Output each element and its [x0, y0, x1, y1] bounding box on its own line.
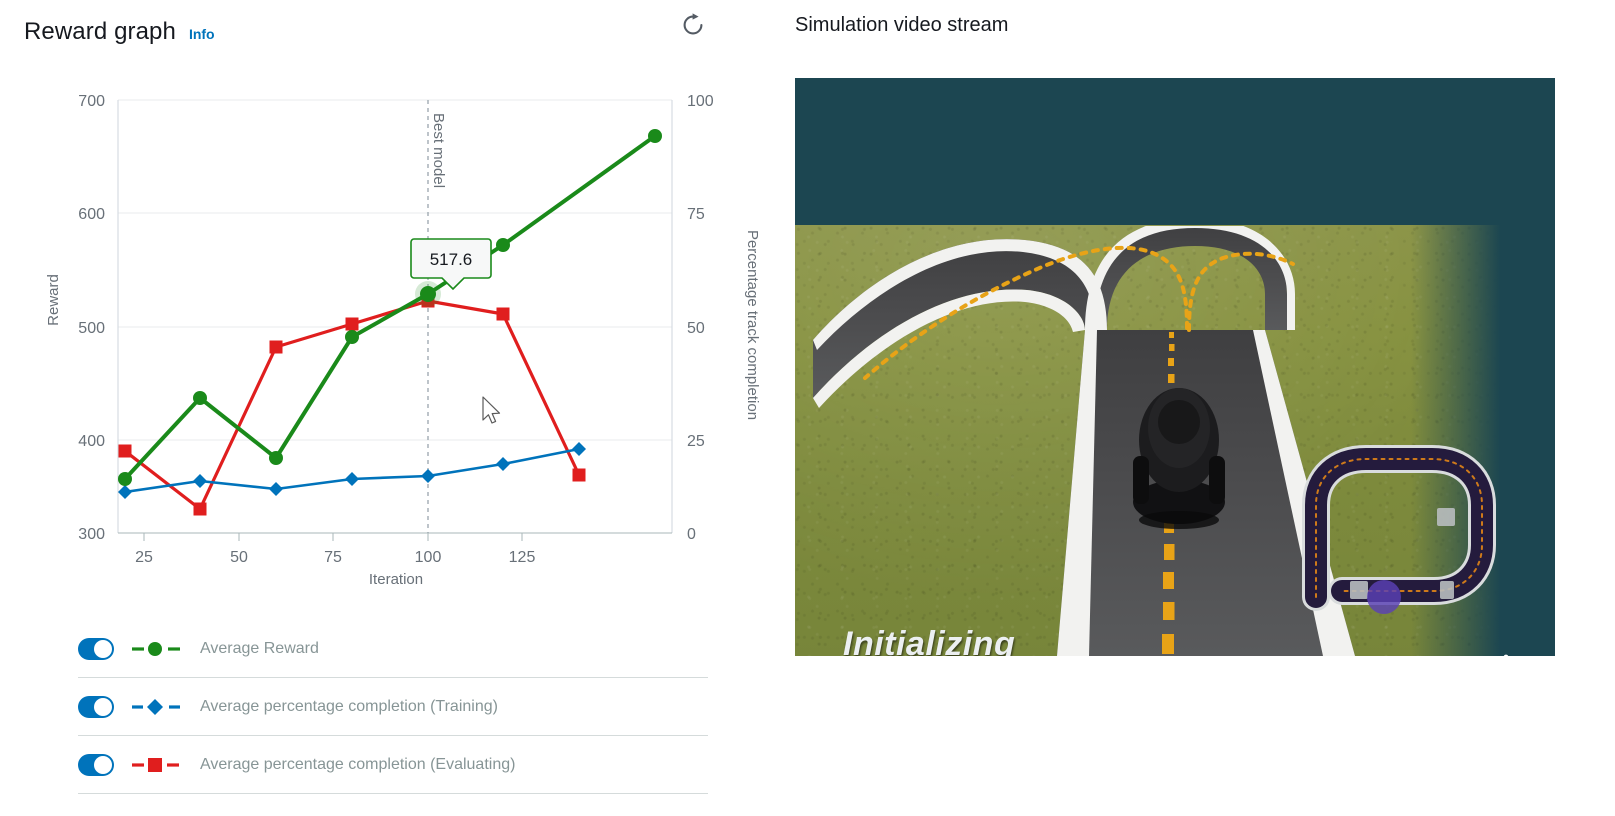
y-tick-label: 600: [78, 206, 105, 223]
track-minimap: [1302, 445, 1496, 614]
x-tick-label: 125: [509, 549, 536, 566]
reward-graph-panel: Reward graph Info 700 600 500 400 300 10…: [0, 0, 775, 816]
chart-svg: 700 600 500 400 300 100 75 50 25 0 25 50…: [45, 93, 761, 588]
legend-sample-evaluating-percentage: [128, 755, 190, 775]
legend-item-average-reward[interactable]: Average Reward: [78, 620, 708, 678]
y2-tick-label: 50: [687, 320, 705, 337]
data-point: [421, 469, 435, 483]
data-point: [496, 307, 510, 321]
legend-label: Average percentage completion (Training): [200, 697, 498, 715]
y-axis-right-ticks: 100 75 50 25 0: [687, 93, 714, 543]
kebab-menu-icon: [1503, 654, 1509, 656]
simulation-scene: Initializing 16:45: [795, 78, 1555, 656]
data-point-hovered: [420, 286, 436, 302]
y2-axis-title: Percentage track completion: [744, 230, 761, 420]
legend-sample-training-percentage: [128, 697, 190, 717]
minimap-marker: [1440, 581, 1454, 599]
race-car: [1133, 388, 1225, 529]
data-point: [572, 468, 586, 482]
data-point: [496, 238, 510, 252]
video-status-text: Initializing: [843, 625, 1016, 656]
minimap-marker: [1350, 581, 1368, 599]
data-point: [118, 485, 132, 499]
y2-tick-label: 75: [687, 206, 705, 223]
legend-label: Average Reward: [200, 639, 319, 657]
toggle-knob: [94, 639, 112, 658]
y-axis-title: Reward: [45, 274, 62, 326]
data-point: [572, 442, 586, 456]
diamond-marker-icon: [132, 698, 180, 715]
series-training-percentage: [118, 442, 586, 499]
data-point: [269, 340, 283, 354]
series-average-reward: [118, 129, 662, 486]
minimap-car-position: [1367, 580, 1401, 614]
y2-tick-label: 25: [687, 433, 705, 450]
refresh-icon: [683, 13, 703, 35]
data-point: [345, 472, 359, 486]
y-tick-label: 300: [78, 526, 105, 543]
legend-toggle-average-reward[interactable]: [78, 637, 114, 660]
video-panel-title: Simulation video stream: [795, 14, 1009, 36]
legend-toggle-evaluating-percentage[interactable]: [78, 753, 114, 776]
legend-label: Average percentage completion (Evaluatin…: [200, 755, 516, 773]
data-point: [269, 451, 283, 465]
x-tick-label: 50: [230, 549, 248, 566]
data-point: [193, 474, 207, 488]
chart-legend: Average Reward Average percentage comple…: [78, 620, 708, 794]
best-model-label: Best model: [430, 113, 447, 188]
tooltip-value: 517.6: [430, 250, 473, 269]
data-point: [193, 502, 207, 516]
legend-toggle-training-percentage[interactable]: [78, 695, 114, 718]
video-player[interactable]: Initializing 16:45: [795, 78, 1555, 656]
y-tick-label: 500: [78, 320, 105, 337]
data-point: [118, 472, 132, 486]
circle-marker-icon: [132, 641, 180, 656]
y-tick-label: 700: [78, 93, 105, 110]
y2-tick-label: 0: [687, 526, 696, 543]
minimap-marker: [1437, 508, 1455, 526]
chart-axes: [117, 100, 673, 541]
mouse-cursor: [482, 396, 501, 424]
y-tick-label: 400: [78, 433, 105, 450]
data-point: [496, 457, 510, 471]
x-tick-label: 75: [324, 549, 342, 566]
x-axis-title: Iteration: [369, 571, 423, 588]
chart-gridlines: [118, 99, 672, 441]
y-axis-left-ticks: 700 600 500 400 300: [78, 93, 105, 543]
legend-sample-average-reward: [128, 640, 190, 658]
info-link[interactable]: Info: [189, 26, 215, 42]
reward-chart[interactable]: 700 600 500 400 300 100 75 50 25 0 25 50…: [0, 60, 775, 600]
reward-graph-page: Reward graph Info 700 600 500 400 300 10…: [0, 0, 1615, 816]
square-marker-icon: [132, 757, 179, 772]
refresh-button[interactable]: [676, 8, 710, 42]
more-options-button[interactable]: [1503, 654, 1509, 656]
data-point: [118, 444, 132, 458]
simulation-video-panel: Simulation video stream Initializing: [795, 0, 1615, 816]
panel-header: Reward graph Info: [24, 12, 744, 52]
data-point: [269, 482, 283, 496]
data-point: [648, 129, 662, 143]
x-tick-label: 25: [135, 549, 153, 566]
toggle-knob: [94, 755, 112, 774]
best-model-marker: Best model: [427, 100, 447, 533]
legend-item-evaluating-percentage[interactable]: Average percentage completion (Evaluatin…: [78, 736, 708, 794]
data-point: [345, 317, 359, 331]
x-tick-label: 100: [415, 549, 442, 566]
legend-item-training-percentage[interactable]: Average percentage completion (Training): [78, 678, 708, 736]
y2-tick-label: 100: [687, 93, 714, 110]
data-point: [193, 391, 207, 405]
chart-tooltip: 517.6: [410, 238, 492, 291]
page-title: Reward graph: [24, 18, 176, 45]
toggle-knob: [94, 697, 112, 716]
x-axis-ticks: 25 50 75 100 125: [135, 549, 535, 566]
data-point: [345, 330, 359, 344]
